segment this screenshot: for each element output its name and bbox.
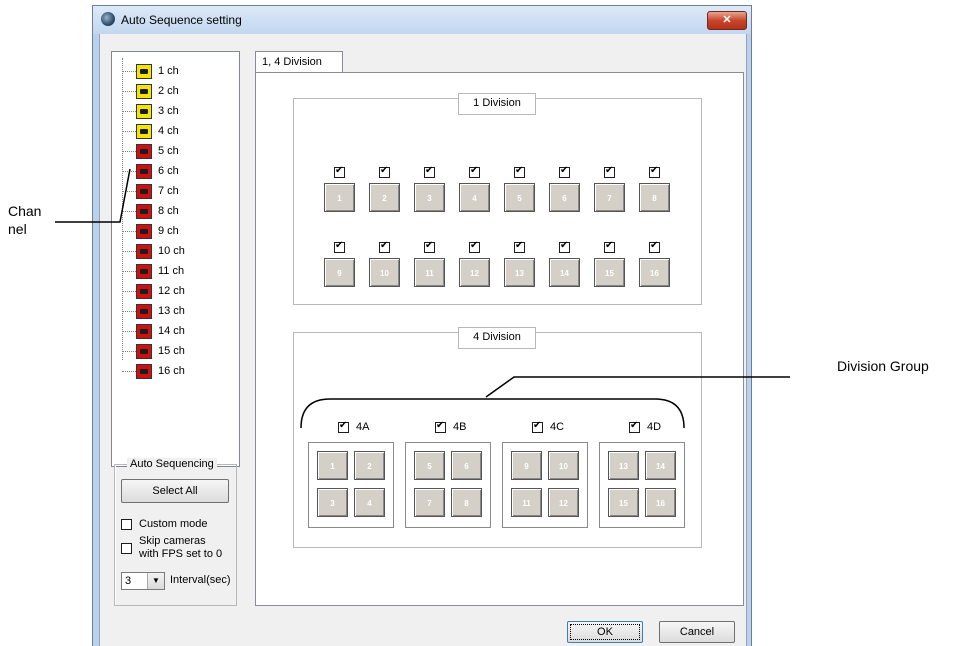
division-group-callout-line	[485, 376, 790, 398]
channel-callout-line	[55, 168, 131, 223]
division-group-brace	[300, 398, 685, 429]
annotation-lines	[55, 168, 790, 429]
